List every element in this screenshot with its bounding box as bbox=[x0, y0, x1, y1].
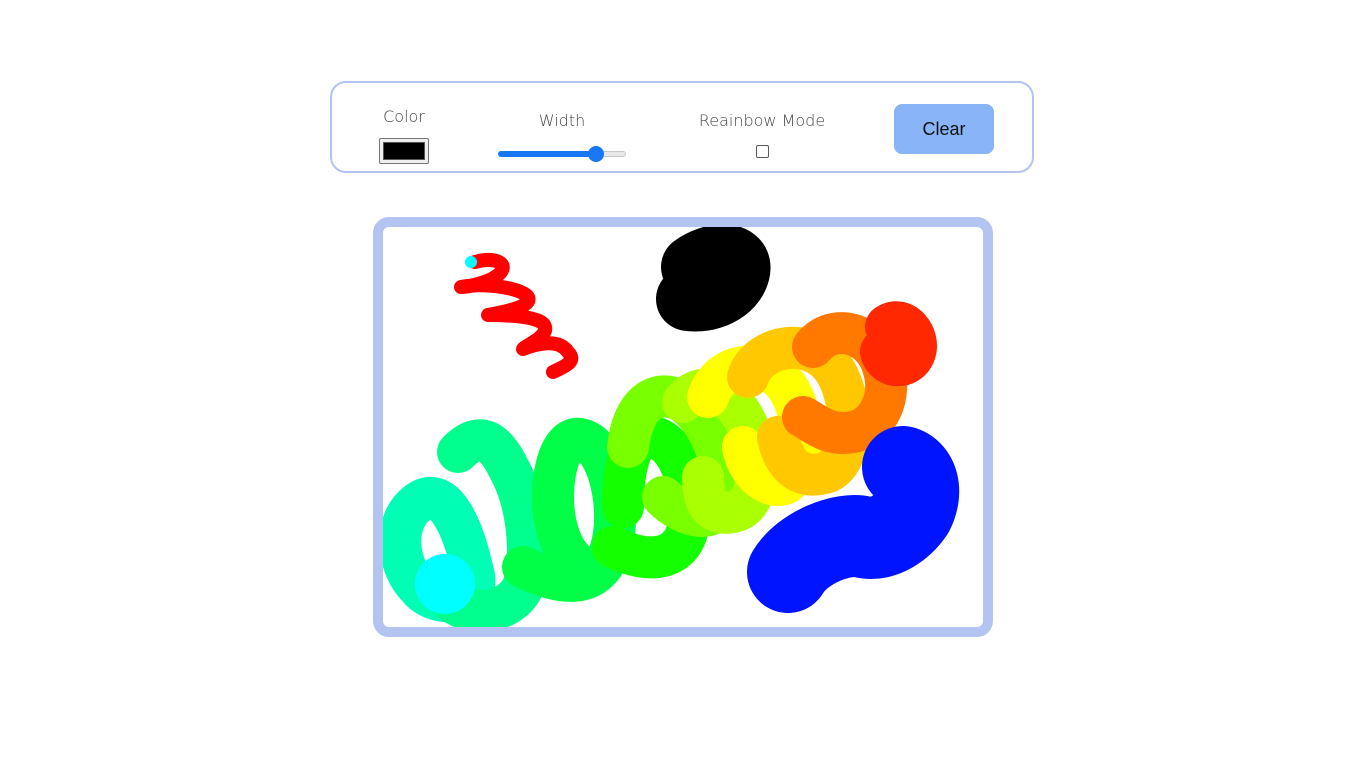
stroke-black-blob bbox=[656, 227, 771, 332]
clear-button[interactable]: Clear bbox=[894, 104, 994, 154]
stroke-cyan-tip bbox=[465, 256, 477, 268]
rainbow-mode-checkbox[interactable] bbox=[756, 145, 769, 158]
stroke-cyan-dot bbox=[415, 554, 475, 614]
rainbow-mode-label: Reainbow Mode bbox=[698, 111, 826, 130]
stroke-red-orange-blob bbox=[860, 301, 937, 386]
stroke-red-zigzag bbox=[454, 253, 579, 379]
toolbar: Color Width Reainbow Mode Clear bbox=[330, 81, 1034, 173]
drawing-surface[interactable] bbox=[383, 227, 983, 627]
drawing-canvas[interactable] bbox=[373, 217, 993, 637]
